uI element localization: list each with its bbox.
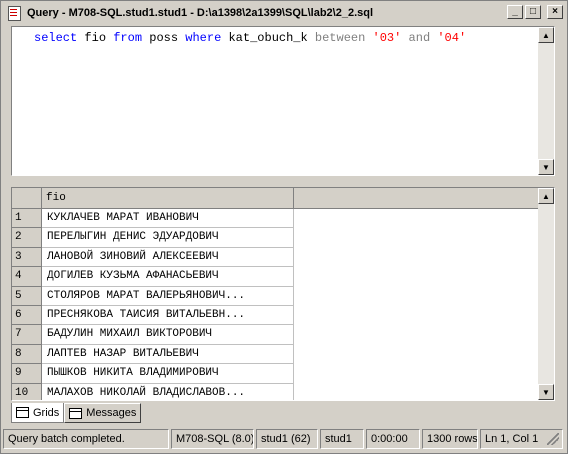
fio-cell[interactable]: ПЕРЕЛЫГИН ДЕНИС ЭДУАРДОВИЧ [42,228,294,248]
sql-query-text[interactable]: select fio from poss where kat_obuch_k b… [34,31,466,45]
fio-cell[interactable]: ЛАНОВОЙ ЗИНОВИЙ АЛЕКСЕЕВИЧ [42,247,294,268]
status-message: Query batch completed. [3,429,169,449]
sql-token: from [113,31,143,45]
row-number[interactable]: 8 [12,344,42,365]
row-number[interactable]: 9 [12,364,42,384]
close-button[interactable]: × [547,5,563,19]
table-row[interactable]: 3 ЛАНОВОЙ ЗИНОВИЙ АЛЕКСЕЕВИЧ [12,247,540,268]
fio-cell[interactable]: МАЛАХОВ НИКОЛАЙ ВЛАДИСЛАВОВ... [42,383,294,400]
row-number-header [12,188,42,209]
row-number[interactable]: 7 [12,325,42,345]
sql-token: poss [142,31,186,45]
table-row[interactable]: 1 КУКЛАЧЕВ МАРАТ ИВАНОВИЧ [12,209,540,229]
status-server: M708-SQL (8.0) [171,429,254,449]
row-number[interactable]: 3 [12,247,42,268]
window-title: Query - M708-SQL.stud1.stud1 - D:\a1398\… [27,7,374,19]
status-elapsed: 0:00:00 [366,429,420,449]
status-bar: Query batch completed. M708-SQL (8.0) st… [3,429,565,449]
fio-cell[interactable]: ПЫШКОВ НИКИТА ВЛАДИМИРОВИЧ [42,364,294,384]
fio-cell[interactable]: БАДУЛИН МИХАИЛ ВИКТОРОВИЧ [42,325,294,345]
table-row[interactable]: 6 ПРЕСНЯКОВА ТАИСИЯ ВИТАЛЬЕВН... [12,305,540,326]
title-bar[interactable]: Query - M708-SQL.stud1.stud1 - D:\a1398\… [3,3,565,23]
sql-token: '04' [437,31,467,45]
column-header-fio[interactable]: fio [42,188,294,209]
tab-messages[interactable]: Messages [64,403,142,423]
editor-vertical-scrollbar[interactable]: ▲ ▼ [538,27,554,175]
row-number[interactable]: 2 [12,228,42,248]
scroll-up-arrow-icon[interactable]: ▲ [538,188,554,204]
tab-label: Grids [33,406,60,419]
query-editor[interactable]: select fio from poss where kat_obuch_k b… [11,26,555,176]
sql-token: '03' [372,31,402,45]
row-number[interactable]: 10 [12,383,42,400]
grid-vertical-scrollbar[interactable]: ▲ ▼ [538,188,554,400]
row-number[interactable]: 5 [12,286,42,306]
results-grid[interactable]: fio 1 КУКЛАЧЕВ МАРАТ ИВАНОВИЧ 2 ПЕРЕЛЫГИН Д… [11,187,555,401]
table-row[interactable]: 8 ЛАПТЕВ НАЗАР ВИТАЛЬЕВИЧ [12,344,540,365]
table-row[interactable]: 4 ДОГИЛЕВ КУЗЬМА АФАНАСЬЕВИЧ [12,267,540,287]
status-user: stud1 (62) [256,429,318,449]
scroll-down-arrow-icon[interactable]: ▼ [538,384,554,400]
table-row[interactable]: 7 БАДУЛИН МИХАИЛ ВИКТОРОВИЧ [12,325,540,345]
results-tabs: Grids Messages [11,403,142,423]
status-position-text: Ln 1, Col 1 [485,433,539,445]
row-number[interactable]: 4 [12,267,42,287]
fio-cell[interactable]: КУКЛАЧЕВ МАРАТ ИВАНОВИЧ [42,209,294,229]
table-row[interactable]: 9 ПЫШКОВ НИКИТА ВЛАДИМИРОВИЧ [12,364,540,384]
sql-token: kat_obuch_k [221,31,315,45]
status-position: Ln 1, Col 1 [480,429,563,449]
scroll-down-arrow-icon[interactable]: ▼ [538,159,554,175]
table-row[interactable]: 2 ПЕРЕЛЫГИН ДЕНИС ЭДУАРДОВИЧ [12,228,540,248]
sql-token: between [314,31,366,45]
sql-token: select [34,31,78,45]
table-row[interactable]: 5 СТОЛЯРОВ МАРАТ ВАЛЕРЬЯНОВИЧ... [12,286,540,306]
minimize-button[interactable]: _ [507,5,523,19]
messages-icon [69,407,83,419]
row-number[interactable]: 6 [12,305,42,326]
resize-grip-icon[interactable] [547,433,559,445]
tab-label: Messages [86,407,137,419]
grid-header: fio [12,188,540,209]
status-database: stud1 [320,429,364,449]
query-document-icon [7,6,23,21]
sql-token: fio [77,31,114,45]
table-row[interactable]: 10 МАЛАХОВ НИКОЛАЙ ВЛАДИСЛАВОВ... [12,383,540,400]
fio-cell[interactable]: ПРЕСНЯКОВА ТАИСИЯ ВИТАЛЬЕВН... [42,305,294,326]
fio-cell[interactable]: ЛАПТЕВ НАЗАР ВИТАЛЬЕВИЧ [42,344,294,365]
pane-splitter[interactable] [11,177,555,186]
status-rows: 1300 rows [422,429,478,449]
query-window: Query - M708-SQL.stud1.stud1 - D:\a1398\… [0,0,568,454]
grid-rows: 1 КУКЛАЧЕВ МАРАТ ИВАНОВИЧ 2 ПЕРЕЛЫГИН ДЕНИС… [12,209,540,400]
sql-token: and [408,31,431,45]
maximize-button[interactable]: □ [525,5,541,19]
fio-cell[interactable]: СТОЛЯРОВ МАРАТ ВАЛЕРЬЯНОВИЧ... [42,286,294,306]
row-number[interactable]: 1 [12,209,42,229]
fio-cell[interactable]: ДОГИЛЕВ КУЗЬМА АФАНАСЬЕВИЧ [42,267,294,287]
empty-header-area [294,188,540,209]
tab-grids[interactable]: Grids [11,403,65,423]
scroll-up-arrow-icon[interactable]: ▲ [538,27,554,43]
grid-icon [16,407,29,418]
sql-token: where [185,31,222,45]
